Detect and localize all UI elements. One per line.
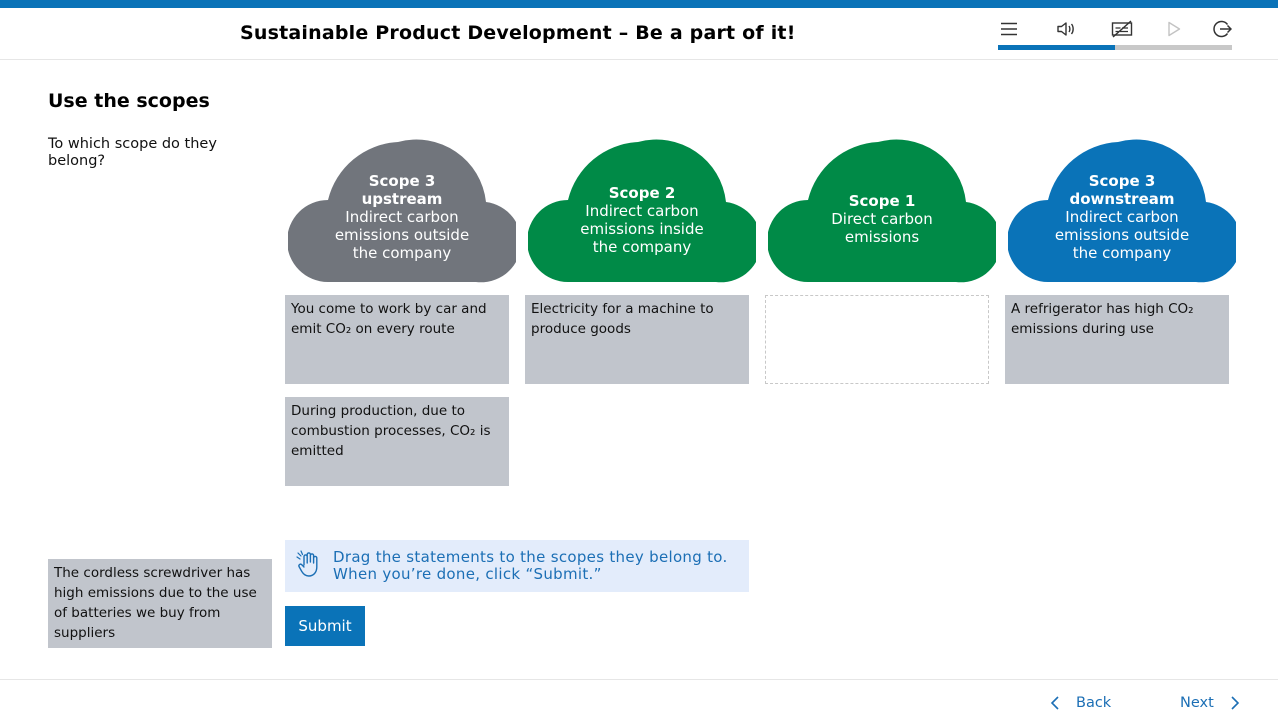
back-button[interactable]: Back [1050,692,1111,714]
back-label: Back [1076,695,1112,711]
volume-icon[interactable] [1055,18,1077,40]
chevron-left-icon [1050,696,1060,710]
instruction-line: When you’re done, click “Submit.” [333,565,602,583]
subtitles-off-icon[interactable] [1111,18,1133,40]
drag-hand-icon [295,549,325,579]
scope1-drop-zone[interactable] [765,295,989,384]
scope-title: Scope 1 [848,192,916,210]
draggable-statement-card[interactable]: The cordless screwdriver has high emissi… [48,559,272,648]
progress-fill [998,45,1115,50]
statement-card[interactable]: During production, due to combustion pro… [285,397,509,486]
scope-description: Indirect carbon emissions inside the com… [580,202,704,256]
statement-card[interactable]: Electricity for a machine to produce goo… [525,295,749,384]
statement-card[interactable]: You come to work by car and emit CO₂ on … [285,295,509,384]
next-label: Next [1180,695,1214,711]
instruction-line: Drag the statements to the scopes they b… [333,548,728,566]
page-title: Use the scopes [48,90,210,112]
next-button[interactable]: Next [1180,692,1240,714]
instruction-box: Drag the statements to the scopes they b… [285,540,749,592]
top-accent-bar [0,0,1278,8]
statement-card[interactable]: A refrigerator has high CO₂ emissions du… [1005,295,1229,384]
play-icon[interactable] [1163,18,1185,40]
scope-title: Scope 2 [608,184,676,202]
submit-button[interactable]: Submit [285,606,365,646]
scope3-downstream-cloud: Scope 3 downstream Indirect carbon emiss… [1008,132,1236,284]
exit-icon[interactable] [1211,18,1233,40]
progress-bar [998,45,1232,50]
scope-description: Indirect carbon emissions outside the co… [1054,208,1190,262]
question-text: To which scope do they belong? [48,136,217,169]
scope-title: Scope 3 downstream [1069,172,1175,208]
scope3-upstream-cloud: Scope 3 upstream Indirect carbon emissio… [288,132,516,284]
scope-description: Indirect carbon emissions outside the co… [334,208,470,262]
menu-icon[interactable] [998,18,1020,40]
scope2-cloud: Scope 2 Indirect carbon emissions inside… [528,132,756,284]
chevron-right-icon [1230,696,1240,710]
scope1-cloud: Scope 1 Direct carbon emissions [768,132,996,284]
scope-title: Scope 3 upstream [361,172,443,208]
instruction-text: Drag the statements to the scopes they b… [333,549,728,583]
course-title: Sustainable Product Development – Be a p… [240,22,796,44]
scope-description: Direct carbon emissions [831,210,933,246]
